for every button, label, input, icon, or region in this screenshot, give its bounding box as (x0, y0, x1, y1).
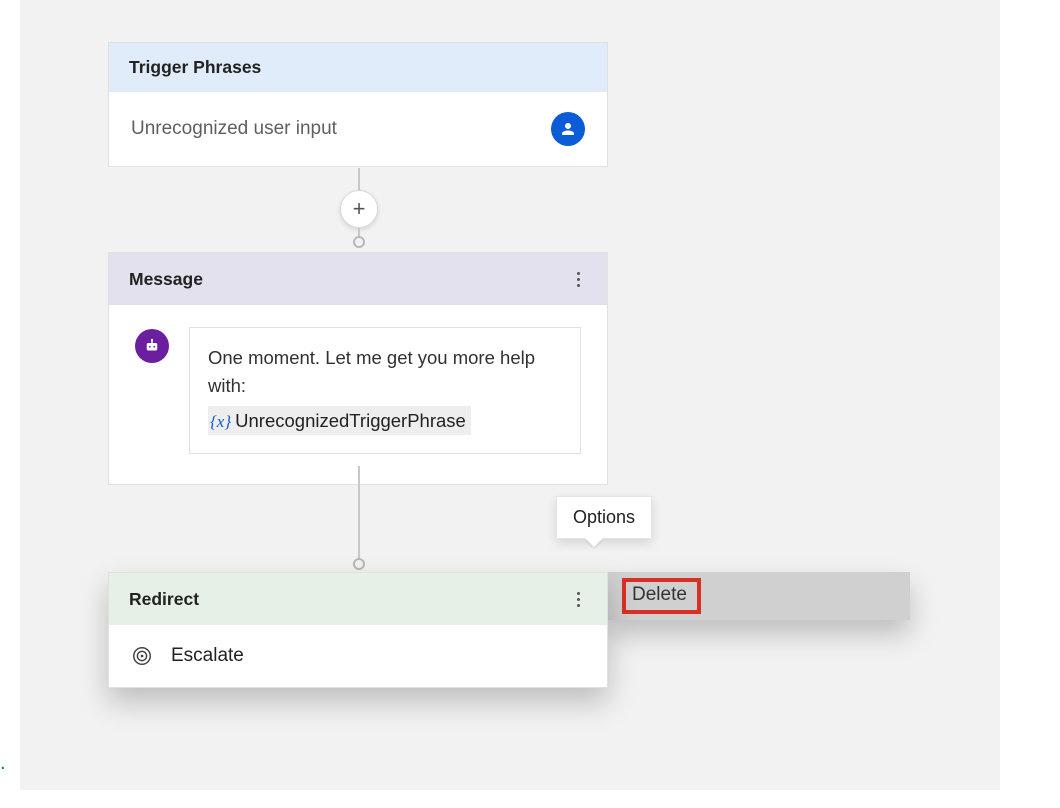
message-header-title: Message (129, 269, 203, 290)
message-options-button[interactable] (569, 267, 587, 291)
trigger-phrases-body: Unrecognized user input (109, 92, 607, 166)
redirect-target: Escalate (171, 645, 244, 667)
redirect-header: Redirect (109, 573, 607, 625)
context-menu[interactable]: Delete (608, 572, 910, 620)
redirect-header-title: Redirect (129, 589, 199, 610)
connector-dot (353, 558, 365, 570)
add-node-button[interactable]: + (340, 190, 378, 228)
connector-line (358, 466, 360, 566)
message-content[interactable]: One moment. Let me get you more help wit… (189, 327, 581, 454)
bot-icon (135, 329, 169, 363)
authoring-canvas: Trigger Phrases Unrecognized user input … (20, 0, 1000, 790)
user-icon (551, 112, 585, 146)
message-text: One moment. Let me get you more help wit… (208, 347, 535, 396)
trigger-phrases-node[interactable]: Trigger Phrases Unrecognized user input (108, 42, 608, 167)
escalate-icon (131, 645, 153, 667)
message-header: Message (109, 253, 607, 305)
message-node[interactable]: Message One moment. Let me get you more … (108, 252, 608, 485)
trigger-phrases-header: Trigger Phrases (109, 43, 607, 92)
connector-dot (353, 236, 365, 248)
redirect-node[interactable]: Redirect Escalate (108, 572, 608, 688)
step-number: . (0, 752, 6, 775)
trigger-phrases-text: Unrecognized user input (131, 118, 337, 140)
variable-chip[interactable]: {x}UnrecognizedTriggerPhrase (208, 406, 471, 436)
variable-icon: {x} (210, 412, 231, 431)
redirect-body: Escalate (109, 625, 607, 687)
message-body: One moment. Let me get you more help wit… (109, 305, 607, 484)
delete-menu-item[interactable]: Delete (622, 578, 701, 614)
redirect-options-button[interactable] (569, 587, 587, 611)
options-tooltip: Options (556, 496, 652, 539)
variable-name: UnrecognizedTriggerPhrase (235, 410, 466, 431)
